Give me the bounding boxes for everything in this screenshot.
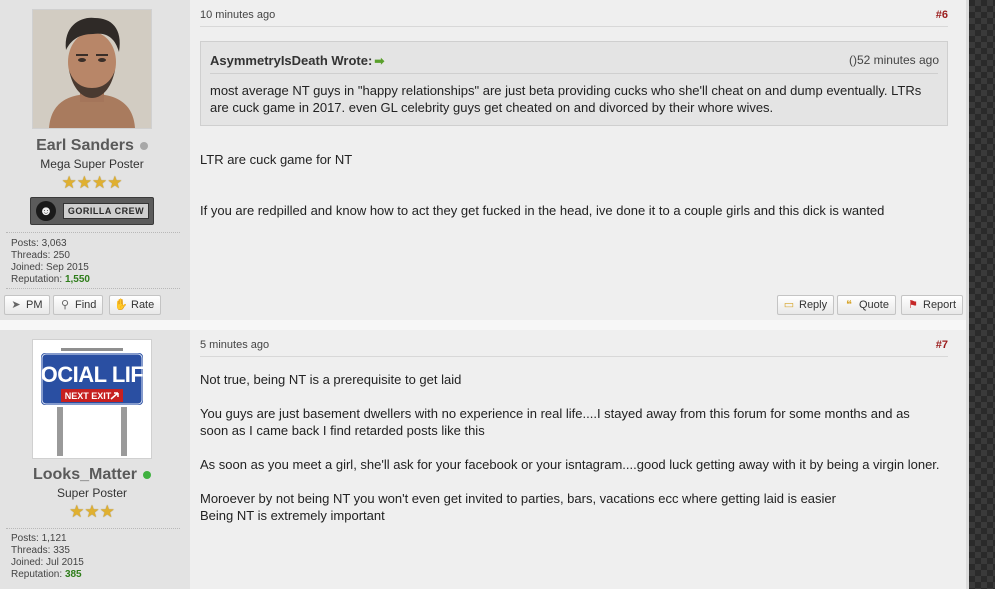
post-message-line: Not true, being NT is a prerequisite to …	[200, 372, 462, 387]
avatar-portrait-image	[33, 10, 151, 128]
post-date: 10 minutes ago	[200, 9, 276, 21]
thumbs-up-icon: ✋	[114, 299, 128, 311]
post-6: Earl Sanders Mega Super Poster ★★★★ ☻ GO…	[0, 0, 966, 320]
stat-posts: Posts: 1,121	[11, 533, 67, 544]
quote-bubbles-icon: ❝	[846, 299, 852, 311]
post-7: SOCIAL LIFE NEXT EXIT Looks_Matter Super…	[0, 330, 966, 589]
sign-subtitle: NEXT EXIT	[65, 391, 112, 401]
stat-posts: Posts: 3,063	[11, 238, 67, 249]
stat-reputation: Reputation: 1,550	[11, 274, 90, 285]
post-message-line: As soon as you meet a girl, she'll ask f…	[200, 457, 940, 472]
stat-joined: Joined: Sep 2015	[11, 262, 89, 273]
post-message-line: If you are redpilled and know how to act…	[200, 203, 885, 218]
stat-threads: Threads: 250	[11, 250, 70, 261]
group-badge-label: GORILLA CREW	[63, 203, 149, 219]
username[interactable]: Looks_Matter	[0, 466, 184, 484]
paper-plane-icon: ➤	[11, 299, 21, 311]
quote-divider	[210, 73, 938, 74]
sign-title: SOCIAL LIFE	[33, 362, 151, 387]
post-message-line: Moroever by not being NT you won't even …	[200, 491, 836, 506]
post-message-line: LTR are cuck game for NT	[200, 152, 353, 167]
avatar[interactable]	[32, 9, 152, 129]
stat-joined: Joined: Jul 2015	[11, 557, 84, 568]
post-message-line: You guys are just basement dwellers with…	[200, 406, 910, 438]
page-side-pattern	[969, 0, 995, 589]
post-separator	[0, 320, 966, 330]
user-title: Mega Super Poster	[40, 157, 144, 171]
post-header-divider	[200, 26, 948, 27]
user-stats: Posts: 3,063 Threads: 250 Joined: Sep 20…	[11, 238, 90, 286]
offline-status-icon	[139, 141, 148, 150]
online-status-icon	[143, 470, 152, 479]
quote-button[interactable]: ❝ Quote	[837, 295, 896, 315]
divider	[6, 232, 180, 233]
quote-text: most average NT guys in "happy relations…	[210, 83, 922, 115]
group-badge: ☻ GORILLA CREW	[30, 197, 154, 225]
username[interactable]: Earl Sanders	[0, 137, 184, 155]
report-button[interactable]: ⚑ Report	[901, 295, 964, 315]
user-info-pane: Earl Sanders Mega Super Poster ★★★★ ☻ GO…	[0, 0, 190, 320]
quote-author: AsymmetryIsDeath Wrote: ➡	[210, 53, 385, 68]
username-text[interactable]: Earl Sanders	[36, 137, 134, 154]
post-message-line: Being NT is extremely important	[200, 508, 385, 523]
quote-block: AsymmetryIsDeath Wrote: ➡ ()52 minutes ag…	[200, 41, 948, 126]
stat-threads: Threads: 335	[11, 545, 70, 556]
avatar[interactable]: SOCIAL LIFE NEXT EXIT	[27, 339, 158, 459]
social-life-sign-image: SOCIAL LIFE NEXT EXIT	[27, 340, 158, 458]
post-date: 5 minutes ago	[200, 339, 270, 351]
view-quoted-post-arrow-icon[interactable]: ➡	[374, 54, 384, 68]
post-number-link[interactable]: #7	[936, 339, 948, 351]
reputation-value[interactable]: 385	[65, 569, 82, 580]
reply-button[interactable]: ▭ Reply	[777, 295, 835, 315]
reputation-value[interactable]: 1,550	[65, 274, 90, 285]
username-text[interactable]: Looks_Matter	[33, 466, 137, 483]
user-rank-stars-icon: ★★★★	[61, 173, 123, 192]
divider	[6, 288, 180, 289]
quote-time: ()52 minutes ago	[848, 53, 939, 67]
gorilla-icon: ☻	[36, 201, 56, 221]
divider	[6, 528, 180, 529]
user-stats: Posts: 1,121 Threads: 335 Joined: Jul 20…	[11, 533, 84, 581]
post-number-link[interactable]: #6	[936, 9, 948, 21]
pm-button[interactable]: ➤ PM	[4, 295, 50, 315]
user-info-pane: SOCIAL LIFE NEXT EXIT Looks_Matter Super…	[0, 330, 190, 589]
user-title: Super Poster	[56, 486, 128, 500]
rate-button[interactable]: ✋ Rate	[109, 295, 162, 315]
user-rank-stars-icon: ★★★	[69, 502, 115, 521]
stat-reputation: Reputation: 385	[11, 569, 82, 580]
speech-bubble-icon: ▭	[783, 299, 795, 311]
report-flag-icon: ⚑	[908, 299, 918, 311]
post-header-divider	[200, 356, 948, 357]
magnifier-icon: ⚲	[60, 299, 70, 311]
find-button[interactable]: ⚲ Find	[53, 295, 104, 315]
